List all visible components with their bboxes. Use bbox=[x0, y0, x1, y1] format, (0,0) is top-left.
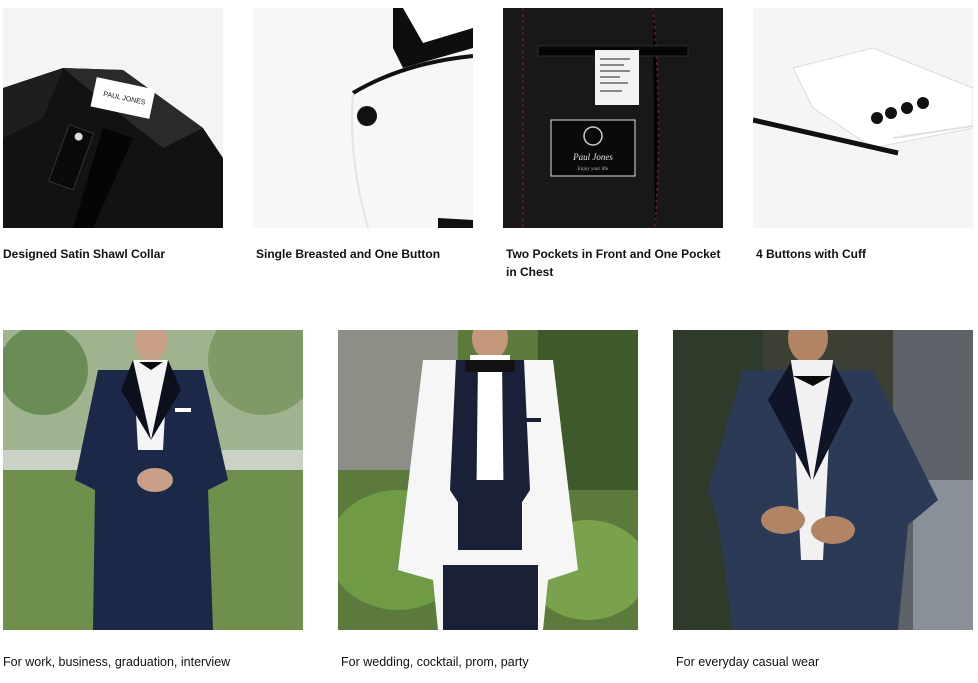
navy-tuxedo-photo bbox=[3, 330, 303, 630]
feature-caption: Designed Satin Shawl Collar bbox=[3, 247, 166, 261]
feature-image-cuff-buttons bbox=[753, 8, 973, 228]
occasion-caption: For wedding, cocktail, prom, party bbox=[341, 655, 529, 669]
occasion-photo-wedding bbox=[338, 330, 638, 630]
one-button-illustration bbox=[253, 8, 473, 228]
feature-caption: Two Pockets in Front and One Pocket in C… bbox=[506, 247, 721, 279]
dark-tuxedo-photo bbox=[673, 330, 973, 630]
feature-image-inner-pocket: Paul Jones Enjoy your life bbox=[503, 8, 723, 228]
feature-caption: Single Breasted and One Button bbox=[256, 247, 441, 261]
svg-text:Enjoy your life: Enjoy your life bbox=[578, 167, 609, 172]
occasion-caption: For everyday casual wear bbox=[676, 655, 820, 669]
shawl-collar-illustration: PAUL JONES bbox=[3, 8, 223, 228]
svg-text:Paul Jones: Paul Jones bbox=[572, 152, 613, 162]
feature-image-one-button bbox=[253, 8, 473, 228]
white-tuxedo-photo bbox=[338, 330, 638, 630]
jacket-button-icon bbox=[357, 106, 377, 126]
occasion-photo-casual bbox=[673, 330, 973, 630]
cuff-buttons-illustration bbox=[753, 8, 973, 228]
occasion-photo-work bbox=[3, 330, 303, 630]
occasion-caption: For work, business, graduation, intervie… bbox=[3, 655, 231, 669]
feature-caption: 4 Buttons with Cuff bbox=[756, 247, 866, 261]
inner-pocket-illustration: Paul Jones Enjoy your life bbox=[503, 8, 723, 228]
feature-image-shawl-collar: PAUL JONES bbox=[3, 8, 223, 228]
